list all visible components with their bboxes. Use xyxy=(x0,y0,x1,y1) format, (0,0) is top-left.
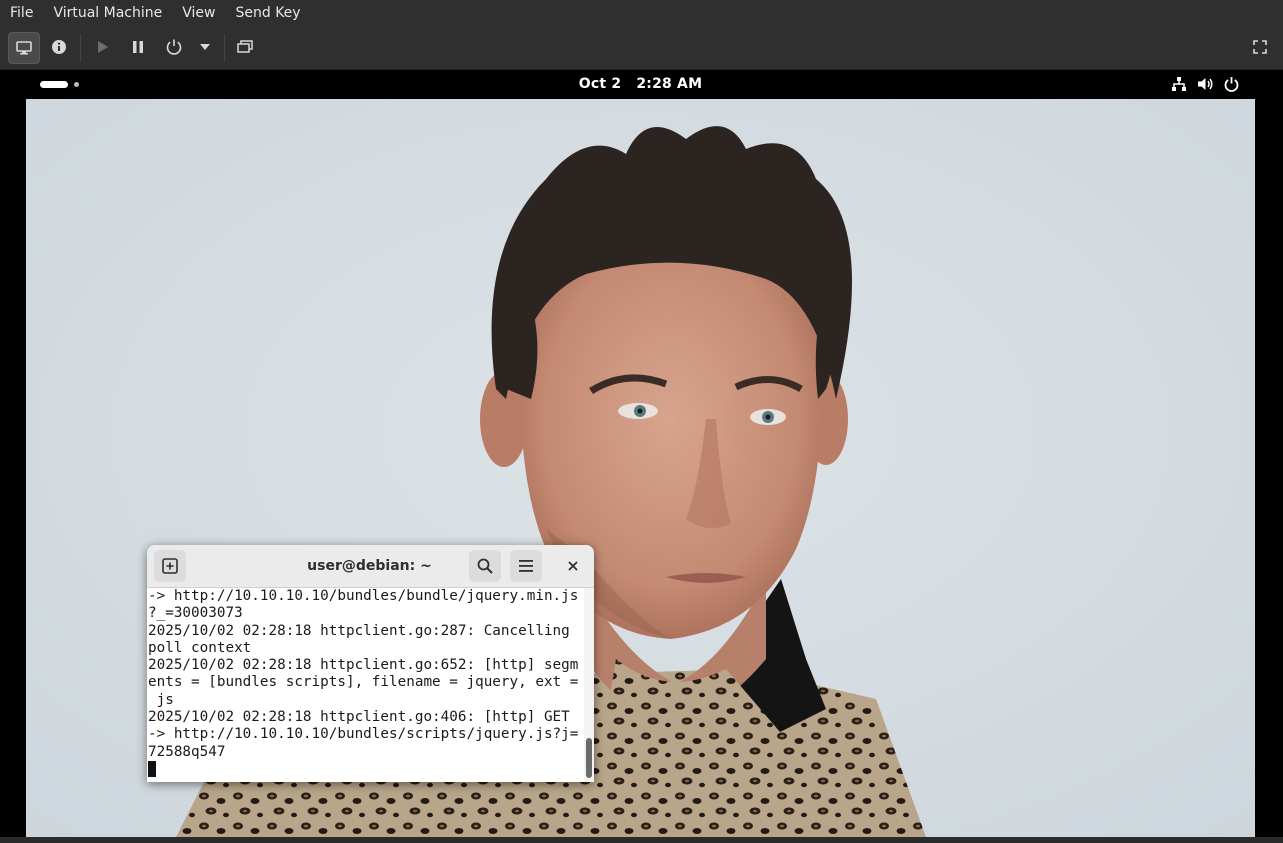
terminal-header-bar[interactable]: user@debian: ~ xyxy=(147,545,594,588)
details-button[interactable] xyxy=(44,32,74,62)
text-cursor xyxy=(148,760,156,777)
search-icon xyxy=(477,558,493,574)
terminal-line: -> http://10.10.10.10/bundles/bundle/jqu… xyxy=(148,588,579,604)
vm-viewer-window: File Virtual Machine View Send Key Oct 2… xyxy=(0,0,1283,843)
menu-file[interactable]: File xyxy=(0,0,43,26)
guest-display[interactable]: Oct 2 2:28 AM user@debian: ~ -> http://1… xyxy=(0,70,1283,837)
chevron-down-icon xyxy=(200,44,210,50)
terminal-window[interactable]: user@debian: ~ -> http://10.10.10.10/bun… xyxy=(147,545,594,782)
system-menu[interactable] xyxy=(1171,76,1239,92)
clock-date: Oct 2 xyxy=(578,76,622,92)
menu-virtual-machine[interactable]: Virtual Machine xyxy=(43,0,172,26)
info-icon xyxy=(52,40,66,54)
toolbar-separator xyxy=(224,34,225,62)
menu-view[interactable]: View xyxy=(172,0,225,26)
search-button[interactable] xyxy=(469,550,501,582)
terminal-line: 2025/10/02 02:28:18 httpclient.go:406: [… xyxy=(148,709,570,726)
scrollbar-thumb[interactable] xyxy=(586,738,592,778)
hamburger-menu-icon xyxy=(519,560,533,572)
menu-bar: File Virtual Machine View Send Key xyxy=(0,0,1283,26)
menu-send-key[interactable]: Send Key xyxy=(225,0,310,26)
volume-icon xyxy=(1198,78,1213,90)
toolbar xyxy=(0,26,1283,70)
fullscreen-icon xyxy=(1253,40,1267,54)
shutdown-menu-button[interactable] xyxy=(191,32,219,62)
terminal-title: user@debian: ~ xyxy=(307,558,432,574)
new-tab-icon xyxy=(162,558,178,574)
menu-button[interactable] xyxy=(510,550,542,582)
terminal-line: ents = [bundles scripts], filename = jqu… xyxy=(148,674,579,691)
power-icon xyxy=(1224,77,1239,92)
close-icon xyxy=(568,561,578,571)
gnome-top-bar: Oct 2 2:28 AM xyxy=(26,70,1255,99)
terminal-line: poll context xyxy=(148,639,252,656)
terminal-output[interactable]: -> http://10.10.10.10/bundles/bundle/jqu… xyxy=(147,588,585,782)
window-bottom-border xyxy=(0,837,1283,843)
console-view-button[interactable] xyxy=(8,32,40,64)
clock[interactable]: Oct 2 2:28 AM xyxy=(26,70,1255,99)
toolbar-separator xyxy=(80,34,81,62)
monitor-icon xyxy=(16,41,32,55)
screenshot-button[interactable] xyxy=(230,32,260,62)
terminal-scrollbar[interactable] xyxy=(584,588,594,782)
shutdown-button[interactable] xyxy=(159,32,189,62)
pause-button[interactable] xyxy=(123,32,153,62)
power-icon xyxy=(166,39,182,55)
run-button[interactable] xyxy=(87,32,117,62)
pause-icon xyxy=(133,41,143,53)
fullscreen-button[interactable] xyxy=(1245,32,1275,62)
close-button[interactable] xyxy=(562,555,584,577)
play-icon xyxy=(98,41,108,53)
clock-time: 2:28 AM xyxy=(636,76,703,92)
new-tab-button[interactable] xyxy=(154,550,186,582)
terminal-line: 2025/10/02 02:28:18 httpclient.go:287: C… xyxy=(148,622,570,639)
screenshot-icon xyxy=(237,40,253,53)
terminal-prompt-line xyxy=(148,760,585,778)
terminal-line: js xyxy=(148,691,174,708)
terminal-line: 72588q547 xyxy=(148,743,226,760)
terminal-line: -> http://10.10.10.10/bundles/scripts/jq… xyxy=(148,726,579,743)
network-icon xyxy=(1172,77,1186,91)
terminal-line: 2025/10/02 02:28:18 httpclient.go:652: [… xyxy=(148,657,579,674)
terminal-line: ?_=30003073 xyxy=(148,605,243,622)
